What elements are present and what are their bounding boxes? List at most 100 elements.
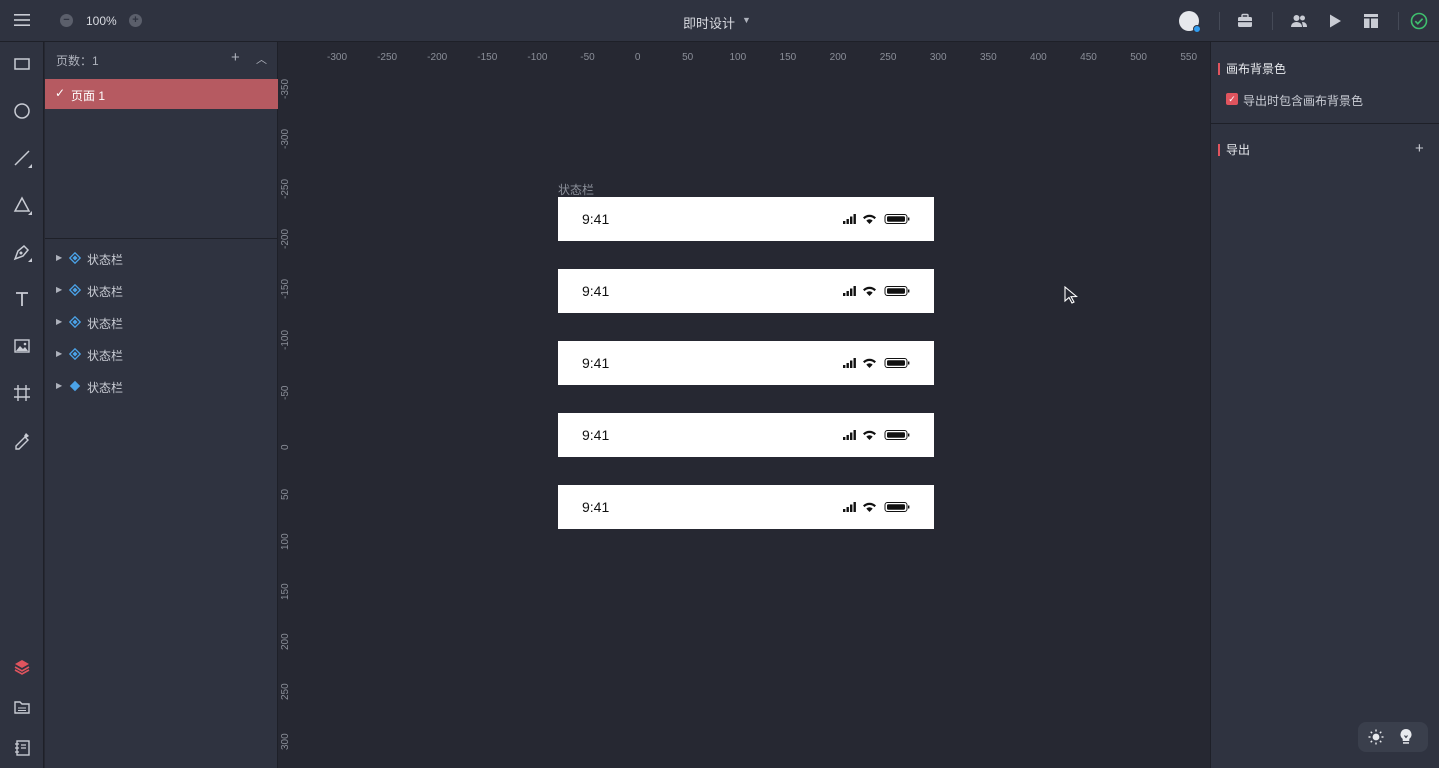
status-time: 9:41 <box>582 427 610 443</box>
status-icons <box>843 502 910 512</box>
line-tool-icon[interactable] <box>12 148 32 168</box>
layer-item[interactable]: ▶ 状态栏 <box>45 244 278 272</box>
frame-label[interactable]: 状态栏 <box>558 181 594 198</box>
ruler-tick-label: 150 <box>280 583 291 600</box>
tips-bulb-icon[interactable] <box>1398 728 1414 746</box>
status-time: 9:41 <box>582 283 610 299</box>
assets-icon[interactable] <box>12 697 32 717</box>
expand-arrow-icon[interactable]: ▶ <box>56 349 62 358</box>
ruler-tick-label: 50 <box>682 52 694 63</box>
layer-item[interactable]: ▶ 状态栏 <box>45 340 278 368</box>
expand-arrow-icon[interactable]: ▶ <box>56 381 62 390</box>
ruler-tick-label: -300 <box>280 129 291 150</box>
bottom-toggle-group <box>1358 722 1428 752</box>
expand-arrow-icon[interactable]: ▶ <box>56 253 62 262</box>
slice-tool-icon[interactable] <box>12 430 32 450</box>
status-icons <box>843 358 910 368</box>
layer-item[interactable]: ▶ 状态栏 <box>45 308 278 336</box>
layout-icon[interactable] <box>1362 12 1380 30</box>
divider <box>45 238 278 239</box>
layers-icon[interactable] <box>12 657 32 677</box>
ellipse-tool-icon[interactable] <box>12 101 32 121</box>
status-icons <box>843 286 910 296</box>
divider <box>1272 12 1273 30</box>
export-title: 导出 <box>1218 144 1250 156</box>
status-bar-frame[interactable]: 9:41 <box>558 197 934 241</box>
expand-arrow-icon[interactable]: ▶ <box>56 285 62 294</box>
ruler-tick-label: 100 <box>729 52 747 63</box>
ruler-tick-label: 50 <box>280 488 291 500</box>
status-icons <box>843 430 910 440</box>
ruler-tick-label: 200 <box>829 52 847 63</box>
online-dot <box>1193 25 1201 33</box>
chevron-up-icon[interactable]: ︿ <box>256 51 267 67</box>
theme-toggle-icon[interactable] <box>1368 729 1384 745</box>
text-tool-icon[interactable] <box>12 289 32 309</box>
pen-tool-icon[interactable] <box>12 242 32 262</box>
component-instance-icon <box>69 252 81 264</box>
zoom-out-icon[interactable]: − <box>60 14 73 27</box>
ruler-tick-label: 0 <box>280 444 291 450</box>
status-bar-frame[interactable]: 9:41 <box>558 269 934 313</box>
zoom-in-icon[interactable]: + <box>129 14 142 27</box>
frame-tool-icon[interactable] <box>12 383 32 403</box>
canvas-background-title: 画布背景色 <box>1218 63 1286 75</box>
ruler-tick-label: -250 <box>280 179 291 200</box>
main-component-icon <box>69 380 81 392</box>
pages-count: 页数：1 <box>56 54 99 68</box>
ruler-tick-label: -350 <box>280 78 291 99</box>
sync-ok-icon[interactable] <box>1410 12 1428 30</box>
status-icons <box>843 214 910 224</box>
ruler-tick-label: 250 <box>879 52 897 63</box>
menu-icon[interactable] <box>14 12 30 28</box>
component-instance-icon <box>69 316 81 328</box>
include-background-label[interactable]: 导出时包含画布背景色 <box>1243 92 1363 109</box>
layer-label: 状态栏 <box>87 285 124 299</box>
ruler-tick-label: 300 <box>929 52 947 63</box>
status-bar-frame[interactable]: 9:41 <box>558 341 934 385</box>
layer-label: 状态栏 <box>87 381 124 395</box>
team-icon[interactable] <box>1290 12 1308 30</box>
include-background-checkbox[interactable]: ✓ <box>1226 93 1238 105</box>
ruler-tick-label: 450 <box>1080 52 1097 63</box>
layer-label: 状态栏 <box>87 349 124 363</box>
check-icon: ✓ <box>55 86 66 100</box>
ruler-tick-label: 550 <box>1180 52 1198 63</box>
ruler-tick-label: -100 <box>280 329 291 350</box>
add-page-icon[interactable]: + <box>231 49 240 66</box>
status-time: 9:41 <box>582 211 610 227</box>
divider <box>1211 123 1439 124</box>
status-bar-frame[interactable]: 9:41 <box>558 485 934 529</box>
triangle-tool-icon[interactable] <box>12 195 32 215</box>
ruler-tick-label: 0 <box>634 52 641 63</box>
plugin-icon[interactable] <box>1236 12 1254 30</box>
ruler-tick-label: 200 <box>280 633 291 651</box>
page-item-label: 页面 1 <box>71 89 106 103</box>
file-title[interactable]: 即时设计 <box>683 13 735 32</box>
chevron-down-icon[interactable]: ▼ <box>742 15 751 25</box>
vertical-ruler: -350 -300 -250 -200 -150 -100 -50 0 50 100 150 200 2… <box>278 70 298 768</box>
tool-bar <box>0 42 44 768</box>
page-item-1[interactable]: ✓ 页面 1 <box>45 79 278 109</box>
layer-item[interactable]: ▶ 状态栏 <box>45 276 278 304</box>
expand-arrow-icon[interactable]: ▶ <box>56 317 62 326</box>
ruler-tick-label: -50 <box>280 385 291 400</box>
components-icon[interactable] <box>12 738 32 758</box>
ruler-tick-label: 250 <box>280 683 291 701</box>
ruler-tick-label: -250 <box>377 52 398 63</box>
add-export-icon[interactable]: + <box>1415 140 1424 157</box>
component-instance-icon <box>69 348 81 360</box>
divider <box>1219 12 1220 30</box>
layer-item[interactable]: ▶ 状态栏 <box>45 372 278 400</box>
image-tool-icon[interactable] <box>12 336 32 356</box>
rectangle-tool-icon[interactable] <box>12 54 32 74</box>
canvas[interactable]: -300 -250 -200 -150 -100 -50 0 50 100 150 200 250 30… <box>278 42 1210 768</box>
ruler-tick-label: -200 <box>427 52 448 63</box>
ruler-tick-label: -100 <box>527 52 548 63</box>
status-bar-frame[interactable]: 9:41 <box>558 413 934 457</box>
zoom-level[interactable]: 100% <box>86 14 117 28</box>
avatar[interactable] <box>1179 11 1201 33</box>
play-icon[interactable] <box>1326 12 1344 30</box>
pages-panel: 页数：1 + ︿ ✓ 页面 1 ▶ 状态栏 ▶ 状态栏 ▶ 状态栏 ▶ 状态栏 … <box>45 42 278 768</box>
ruler-tick-label: -50 <box>580 52 595 63</box>
